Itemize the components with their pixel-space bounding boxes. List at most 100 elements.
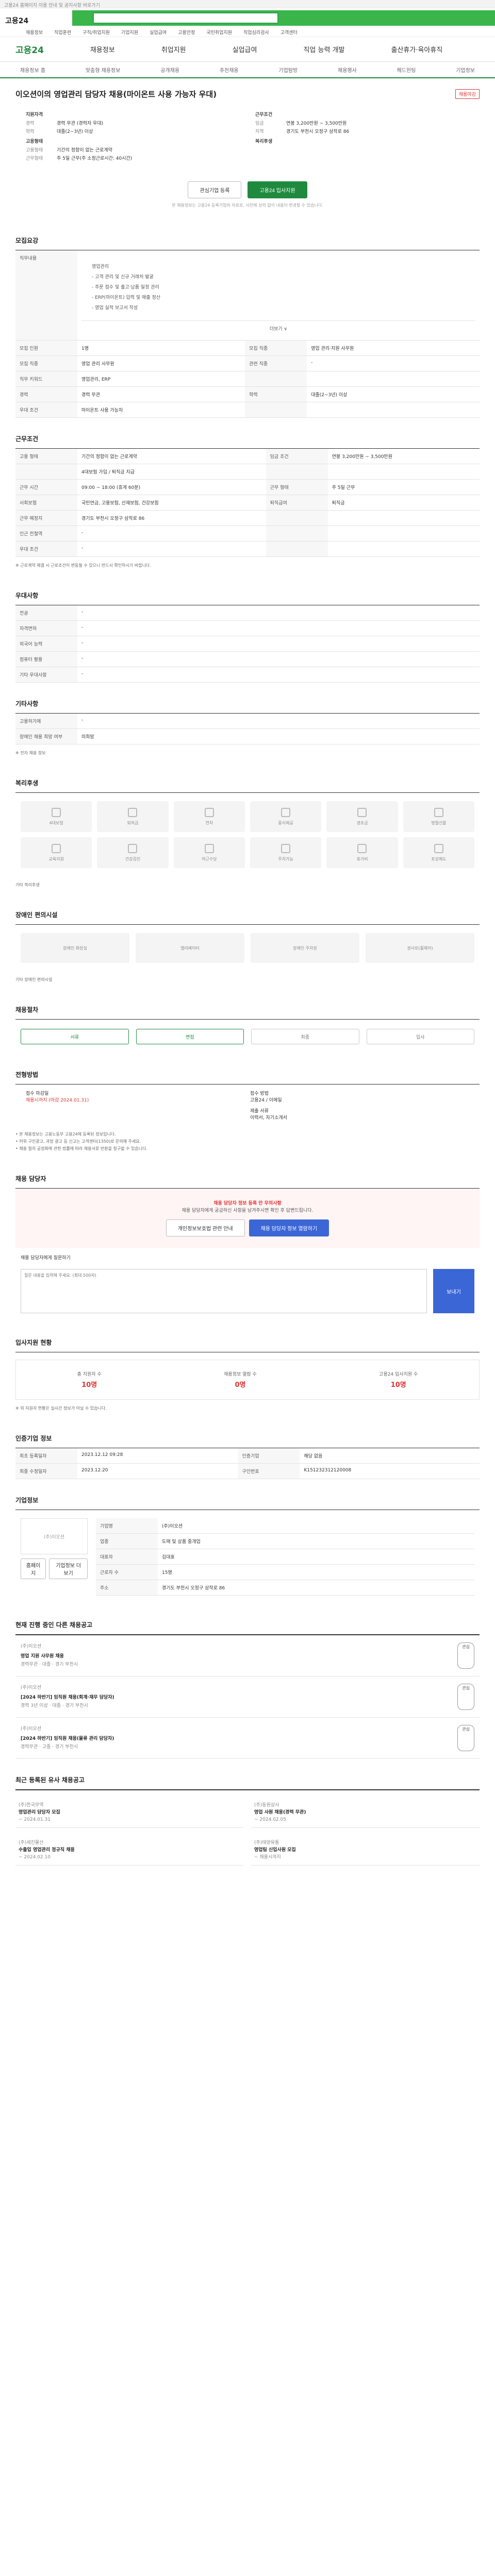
table-row: 고용 형태 기간의 정함이 없는 근로계약 임금 조건 연봉 3,200만원 ~ 3,… (15, 449, 480, 464)
top-menu: 채용정보 직업훈련 구직/취업지원 기업지원 실업급여 고용안정 국민취업지원 직업심리검사 고… (0, 29, 495, 37)
duty-line: - ERP(마이온트) 입력 및 매출 정산 (92, 295, 161, 300)
subnav-item[interactable]: 맞춤형 채용정보 (86, 66, 121, 74)
related-title[interactable]: 영업 사원 채용(경력 무관) (254, 1809, 476, 1816)
welfare-icon (128, 807, 138, 817)
gnb-item[interactable]: 실업급여 (233, 44, 257, 54)
interest-pill[interactable]: 관심 (457, 1642, 474, 1669)
subnav-item[interactable]: 추천채용 (220, 66, 239, 74)
disability-label: 장애인 화장실 (63, 945, 87, 951)
qna-textarea[interactable] (21, 1269, 427, 1313)
row-value: 국민연금, 고용보험, 산재보험, 건강보험 (77, 495, 266, 511)
subnav-item[interactable]: 채용정보 홈 (20, 66, 45, 74)
section-title: 입사지원 현황 (15, 1331, 480, 1352)
other-note: ※ 전자 채용 정보 (15, 751, 46, 755)
section-title: 전형방법 (15, 1063, 480, 1084)
gnb-item[interactable]: 출산휴가·육아휴직 (391, 44, 443, 54)
related-item[interactable]: (주)태양유통 영업팀 신입사원 모집 ~ 채용시까지 (251, 1835, 480, 1866)
top-menu-item[interactable]: 구직/취업지원 (82, 29, 110, 37)
summary-value: 경기도 부천시 오정구 삼작로 86 (286, 129, 350, 134)
top-menu-item[interactable]: 국민취업지원 (206, 29, 232, 37)
stat-label: 총 지원자 수 (77, 1372, 102, 1377)
homepage-button[interactable]: 홈페이지 (21, 1558, 46, 1579)
job-card[interactable]: (주)이오션 [2024 하반기] 임직원 채용(물류 관리 담당자) 경력무관 ·… (15, 1718, 480, 1759)
disability-grid: 장애인 화장실 엘리베이터 장애인 주차장 경사로(휠체어) (15, 925, 480, 971)
section-title: 채용절차 (15, 998, 480, 1020)
job-meta: 경력무관 · 고졸 · 경기 부천시 (21, 1744, 78, 1750)
related-title[interactable]: 수출입 영업관리 정규직 채용 (19, 1846, 241, 1854)
related-item[interactable]: (주)세진물산 수출입 영업관리 정규직 채용 ~ 2024.02.10 (15, 1835, 244, 1866)
more-button[interactable]: 더보기 ∨ (81, 321, 475, 336)
subnav-item[interactable]: 기업탐방 (278, 66, 298, 74)
top-menu-item[interactable]: 기업지원 (121, 29, 138, 37)
job-card[interactable]: (주)이오션 영업 지원 사무원 채용 경력무관 · 대졸 · 경기 부천시 관심 (15, 1635, 480, 1676)
row-key: 우대 조건 (15, 402, 77, 418)
top-menu-item[interactable]: 고객센터 (280, 29, 298, 37)
disability-item: 장애인 주차장 (251, 933, 359, 963)
similar-list: (주)이오션 영업 지원 사무원 채용 경력무관 · 대졸 · 경기 부천시 관심 (주… (15, 1635, 480, 1759)
related-title[interactable]: 영업관리 담당자 모집 (19, 1809, 241, 1816)
apply-button[interactable]: 고용24 입사지원 (248, 181, 307, 198)
top-menu-item[interactable]: 직업심리검사 (243, 29, 269, 37)
top-menu-item[interactable]: 실업급여 (150, 29, 167, 37)
deadline-value: 채용시까지 (마감 2024.01.31) (26, 1098, 89, 1103)
welfare-icon (128, 843, 138, 853)
company-more-button[interactable]: 기업정보 더보기 (49, 1558, 88, 1579)
section-title: 채용 담당자 (15, 1167, 480, 1189)
table-row: 업종 도매 및 상품 중개업 (96, 1533, 474, 1549)
job-card[interactable]: (주)이오션 [2024 하반기] 임직원 채용(회계·재무 담당자) 경력 3년 … (15, 1676, 480, 1718)
related-item[interactable]: (주)한국무역 영업관리 담당자 모집 ~ 2024.01.31 (15, 1798, 244, 1828)
welfare-footnote: 기타 복리후생 (15, 883, 40, 887)
subnav-item[interactable]: 헤드헌팅 (397, 66, 416, 74)
top-menu-item[interactable]: 고용안정 (178, 29, 195, 37)
section-title: 최근 등록된 유사 채용공고 (15, 1768, 480, 1790)
work-note: ※ 근로계약 체결 시 근로조건이 변동될 수 있으니 반드시 확인하시기 바랍… (15, 563, 151, 568)
welfare-label: 경조금 (356, 820, 368, 825)
disability-label: 장애인 주차장 (293, 945, 317, 951)
subnav-item[interactable]: 기업정보 (456, 66, 475, 74)
top-menu-item[interactable]: 채용정보 (26, 29, 43, 37)
row-key: 최종 수정일자 (15, 1463, 77, 1479)
summary-value: 연봉 3,200만원 ~ 3,500만원 (286, 121, 347, 126)
related-company: (주)태양유통 (254, 1840, 279, 1845)
job-title[interactable]: 영업 지원 사무원 채용 (21, 1652, 78, 1659)
gnb-brand[interactable]: 고용24 (15, 43, 44, 56)
contact-button[interactable]: 채용 담당자 정보 열람하기 (249, 1219, 329, 1236)
privacy-button[interactable]: 개인정보보호법 관련 안내 (166, 1219, 245, 1236)
row-key: 근무 예정지 (15, 510, 77, 526)
notice-bar[interactable]: 고용24 홈페이지 이용 안내 및 공지사항 바로가기 (0, 0, 495, 8)
welfare-icon (204, 807, 214, 817)
gnb-item[interactable]: 직업 능력 개발 (303, 44, 344, 54)
site-logo[interactable]: 고용24 (5, 15, 28, 26)
row-key: 업종 (96, 1533, 158, 1549)
subnav-item[interactable]: 채용행사 (338, 66, 357, 74)
job-title[interactable]: [2024 하반기] 임직원 채용(회계·재무 담당자) (21, 1693, 114, 1700)
table-row: 전공 - (15, 605, 480, 621)
row-value: - (77, 651, 480, 667)
row-value: 미희망 (77, 728, 480, 744)
welfare-label: 4대보험 (49, 820, 63, 825)
related-section: 최근 등록된 유사 채용공고 (주)한국무역 영업관리 담당자 모집 ~ 2024.… (15, 1759, 480, 1873)
other-table: 고용허가제 - 장애인 채용 희망 여부 미희망 (15, 714, 480, 744)
interest-pill[interactable]: 관심 (457, 1684, 474, 1710)
search-input[interactable] (93, 12, 278, 24)
row-key (266, 541, 328, 557)
summary-key: 지역 (255, 129, 264, 134)
related-date: ~ 채용시까지 (254, 1855, 281, 1860)
gnb-item[interactable]: 채용정보 (90, 44, 115, 54)
job-title[interactable]: [2024 하반기] 임직원 채용(물류 관리 담당자) (21, 1735, 114, 1741)
row-key: 모집 직종 (15, 355, 77, 371)
summary-key: 임금 (255, 121, 264, 126)
row-value (327, 541, 480, 557)
global-nav: 고용24 채용정보 취업지원 실업급여 직업 능력 개발 출산휴가·육아휴직 (0, 37, 495, 62)
welfare-label: 주차가능 (278, 856, 293, 861)
interest-pill[interactable]: 관심 (457, 1725, 474, 1751)
interest-button[interactable]: 관심기업 등록 (188, 181, 242, 198)
related-item[interactable]: (주)동원상사 영업 사원 채용(경력 무관) ~ 2024.02.05 (251, 1798, 480, 1828)
jobinfo-section: 인증기업 정보 최초 등록일자 2023.12.12 09:28 인증기업 해당 없음… (15, 1417, 480, 1479)
send-button[interactable]: 보내기 (433, 1269, 474, 1313)
top-menu-item[interactable]: 직업훈련 (54, 29, 71, 37)
related-title[interactable]: 영업팀 신입사원 모집 (254, 1846, 476, 1854)
apply-section: 전형방법 접수 마감일 채용시까지 (마감 2024.01.31) 접수 방법 … (15, 1054, 480, 1158)
gnb-item[interactable]: 취업지원 (161, 44, 186, 54)
subnav-item[interactable]: 공개채용 (160, 66, 179, 74)
